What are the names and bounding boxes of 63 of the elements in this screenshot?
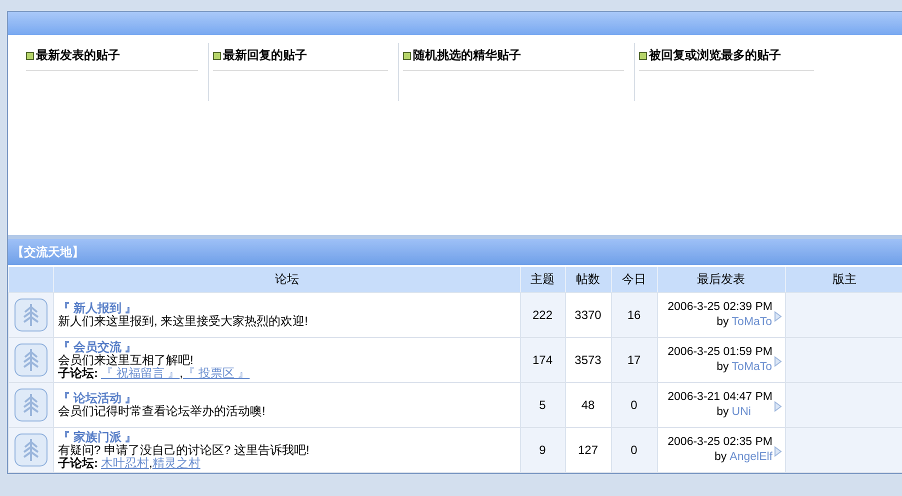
by-label: by [716,315,729,330]
post-count: 3370 [574,308,602,322]
forum-link[interactable]: 『 家族门派 』 [58,430,137,444]
subforum-link[interactable]: 『 祝福留言 』 [101,366,180,380]
column-header: 今日 [622,272,646,286]
square-bullet-icon [26,52,34,60]
user-link[interactable]: AngelElf [730,450,772,465]
column-header: 最后发表 [697,272,745,286]
forum-link[interactable]: 『 论坛活动 』 [58,391,137,405]
by-label: by [716,360,729,375]
subforum-link[interactable]: 木叶忍村 [101,456,149,470]
today-count: 0 [630,443,638,457]
forum-link[interactable]: 『 新人报到 』 [58,301,137,315]
topic-count: 9 [539,443,546,457]
square-bullet-icon [213,52,221,60]
subforum-link[interactable]: 『 投票区 』 [183,366,250,380]
subforum-link[interactable]: 精灵之村 [152,456,200,470]
comma-separator: , [149,456,152,470]
forum-link[interactable]: 『 会员交流 』 [58,340,137,354]
column-header: 论坛 [274,272,299,286]
go-arrow-icon[interactable] [774,446,782,456]
post-count: 127 [578,443,598,457]
user-link[interactable]: ToMaTo [732,360,772,375]
go-arrow-icon[interactable] [774,400,782,412]
last-post-time: 2006-3-25 01:59 PM [668,346,772,358]
topic-count: 222 [532,308,553,322]
forum-tree-icon [14,388,48,422]
post-count: 48 [581,398,595,412]
topic-count: 174 [532,353,553,367]
user-link[interactable]: UNi [732,405,751,420]
today-count: 17 [627,353,641,367]
forum-tree-icon [14,433,48,467]
subforum-label: 子论坛: [58,456,98,470]
square-bullet-icon [639,52,647,60]
topic-count: 5 [539,398,546,412]
by-label: by [714,450,727,465]
section-heading: 被回复或浏览最多的贴子 [649,47,781,64]
subforum-label: 子论坛: [58,366,98,380]
today-count: 0 [630,398,638,412]
comma-separator: , [180,366,184,380]
forum-description: 会员们来这里互相了解吧! [58,352,194,366]
section-heading: 随机挑选的精华贴子 [413,47,521,64]
by-label: by [716,405,729,420]
go-arrow-icon[interactable] [774,356,782,366]
section-heading: 最新发表的贴子 [36,47,120,64]
column-header: 版主 [832,272,856,286]
column-header: 主题 [530,272,554,286]
column-header: 帖数 [576,272,600,286]
user-link[interactable]: ToMaTo [732,315,772,330]
square-bullet-icon [403,52,411,60]
forum-description: 会员们记得时常查看论坛举办的活动噢! [58,404,266,418]
forum-tree-icon [14,298,48,332]
last-post-time: 2006-3-25 02:35 PM [668,436,772,448]
section-heading: 最新回复的贴子 [223,47,307,64]
category-title: 【交流天地】 [12,244,84,260]
forum-description: 新人们来这里报到, 来这里接受大家热烈的欢迎! [58,314,308,328]
last-post-time: 2006-3-21 04:47 PM [668,391,772,403]
post-count: 3573 [574,353,602,367]
go-arrow-icon[interactable] [774,310,782,322]
last-post-time: 2006-3-25 02:39 PM [668,301,772,313]
forum-tree-icon [14,343,48,377]
forum-description: 有疑问? 申请了没自己的讨论区? 这里告诉我吧! [58,442,310,456]
today-count: 16 [627,308,641,322]
